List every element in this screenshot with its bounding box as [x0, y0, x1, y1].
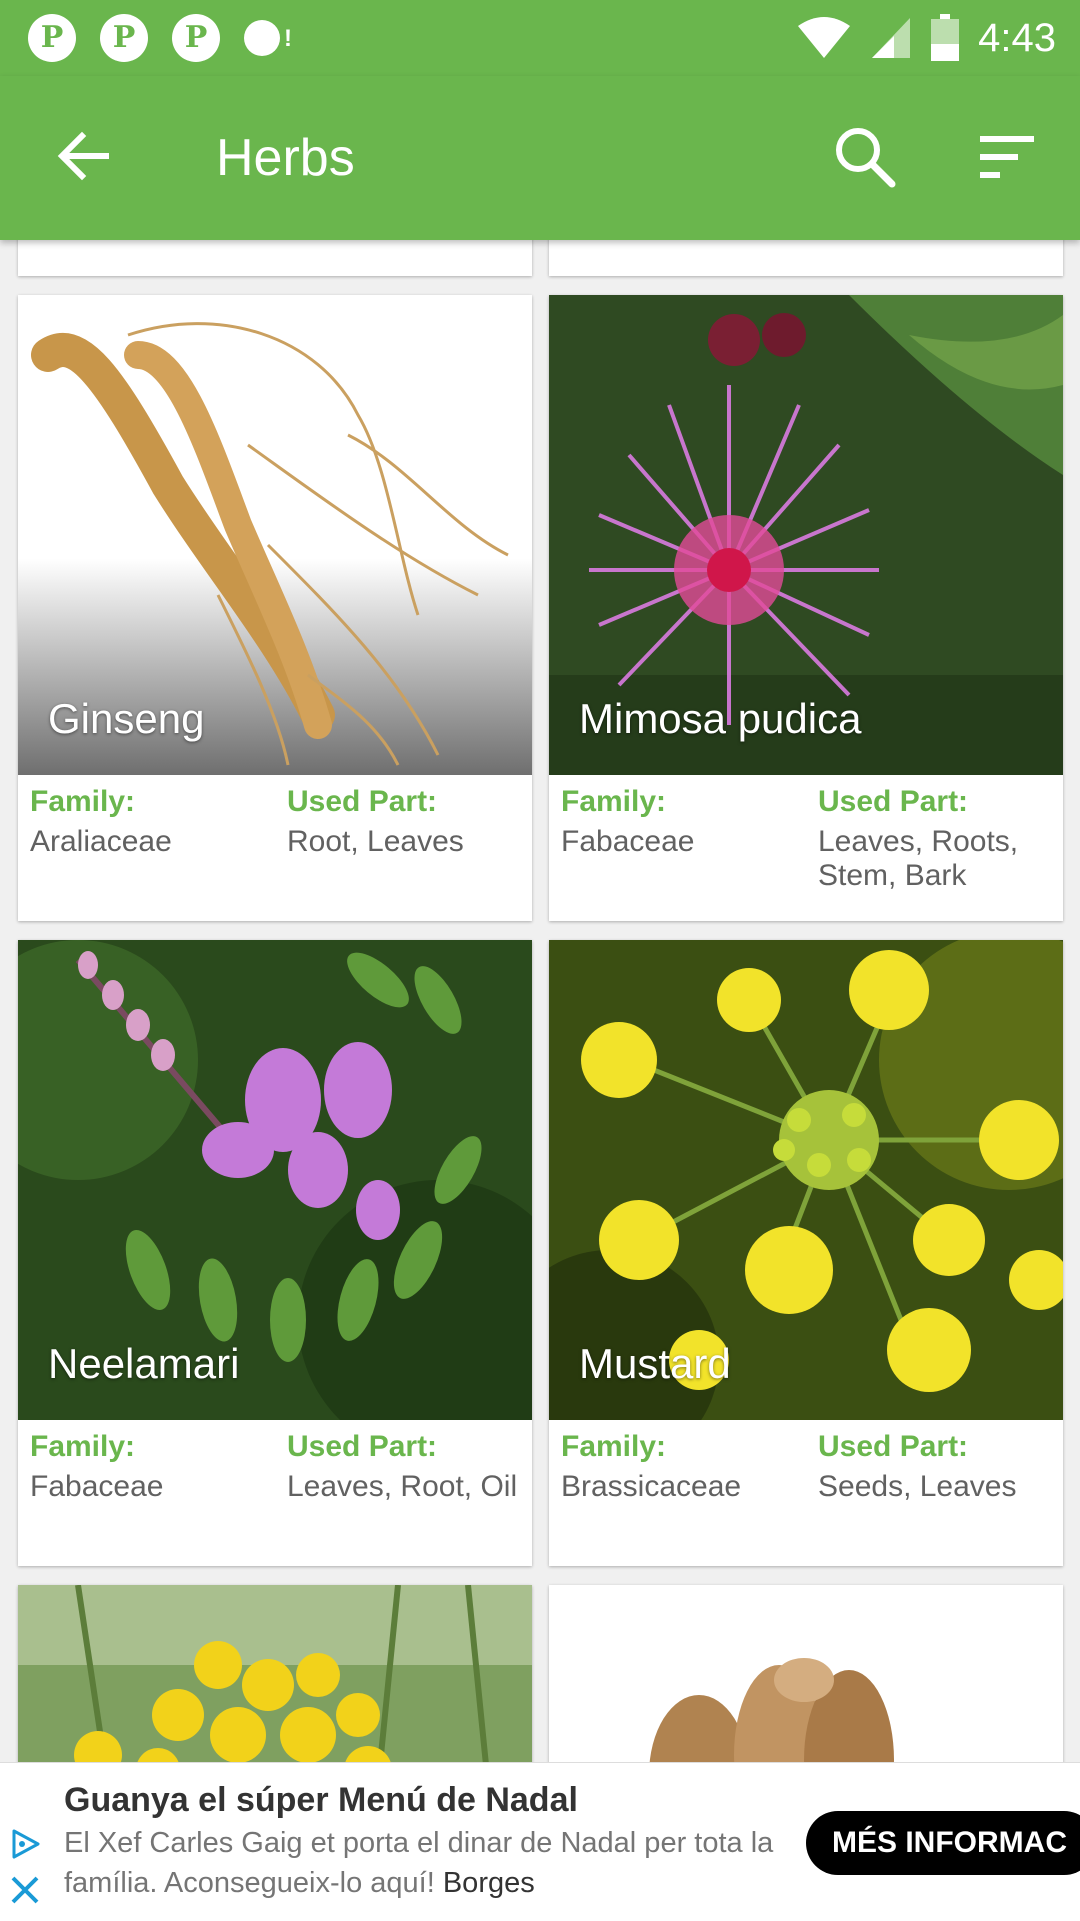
herb-image: [549, 1585, 1063, 1785]
status-bar: ! 4:43: [0, 0, 1080, 76]
herb-name: Mustard: [579, 1340, 731, 1387]
herb-card-mustard[interactable]: Mustard Family: Brassicaceae Used Part: …: [549, 940, 1063, 1566]
back-arrow-icon[interactable]: [52, 126, 112, 186]
ad-banner[interactable]: Guanya el súper Menú de Nadal El Xef Car…: [0, 1762, 1080, 1921]
used-part-section: Used Part: Seeds, Leaves: [818, 1430, 1054, 1504]
used-part-value: Leaves, Root, Oil: [287, 1470, 518, 1503]
family-label: Family:: [561, 1430, 667, 1463]
herb-card-ginseng[interactable]: Ginseng Family: Araliaceae Used Part: Ro…: [18, 295, 532, 921]
notification-icons: !: [28, 14, 296, 62]
ad-body: El Xef Carles Gaig et porta el dinar de …: [64, 1823, 804, 1903]
used-part-label: Used Part:: [818, 1430, 969, 1463]
herb-card-mimosa-pudica[interactable]: Mimosa pudica Family: Fabaceae Used Part…: [549, 295, 1063, 921]
ad-description: El Xef Carles Gaig et porta el dinar de …: [64, 1827, 774, 1899]
herb-card-neelamari[interactable]: Neelamari Family: Fabaceae Used Part: Le…: [18, 940, 532, 1566]
family-section: Family: Araliaceae: [30, 785, 270, 859]
system-status: 4:43: [796, 10, 1056, 66]
family-section: Family: Fabaceae: [561, 785, 801, 859]
family-value: Fabaceae: [561, 825, 695, 858]
ad-choices-icon[interactable]: [8, 1827, 42, 1861]
wifi-icon: [798, 17, 851, 58]
used-part-label: Used Part:: [287, 785, 438, 818]
herb-name: Neelamari: [48, 1340, 240, 1387]
family-value: Fabaceae: [30, 1470, 164, 1503]
used-part-value: Leaves, Roots, Stem, Bark: [818, 825, 1019, 892]
battery-icon: [931, 14, 960, 61]
family-section: Family: Fabaceae: [30, 1430, 270, 1504]
family-value: Araliaceae: [30, 825, 172, 858]
ad-brand: Borges: [442, 1867, 535, 1899]
used-part-section: Used Part: Leaves, Root, Oil: [287, 1430, 523, 1504]
herb-card-partial[interactable]: [18, 1585, 532, 1785]
used-part-value: Seeds, Leaves: [818, 1470, 1017, 1503]
used-part-section: Used Part: Root, Leaves: [287, 785, 523, 859]
chat-icon: !: [244, 14, 296, 62]
used-part-label: Used Part:: [287, 1430, 438, 1463]
clock: 4:43: [978, 16, 1056, 60]
pinterest-icon: [100, 14, 148, 62]
herb-name: Ginseng: [48, 695, 205, 742]
family-section: Family: Brassicaceae: [561, 1430, 801, 1504]
family-value: Brassicaceae: [561, 1470, 742, 1503]
ad-title: Guanya el súper Menú de Nadal: [64, 1781, 578, 1819]
used-part-value: Root, Leaves: [287, 825, 464, 858]
page-title: Herbs: [216, 129, 355, 187]
pinterest-icon: [172, 14, 220, 62]
app-bar: Herbs: [0, 76, 1080, 240]
signal-icon: [872, 18, 911, 58]
used-part-section: Used Part: Leaves, Roots, Stem, Bark: [818, 785, 1054, 893]
close-icon[interactable]: [8, 1873, 42, 1907]
sort-icon[interactable]: [972, 122, 1042, 192]
family-label: Family:: [30, 1430, 136, 1463]
family-label: Family:: [561, 785, 667, 818]
used-part-label: Used Part:: [818, 785, 969, 818]
herb-name: Mimosa pudica: [579, 695, 862, 742]
search-icon[interactable]: [830, 122, 900, 192]
pinterest-icon: [28, 14, 76, 62]
ad-cta-button[interactable]: MÉS INFORMAC: [806, 1811, 1080, 1875]
herb-image: [18, 1585, 532, 1785]
family-label: Family:: [30, 785, 136, 818]
herb-card-partial[interactable]: [549, 1585, 1063, 1785]
